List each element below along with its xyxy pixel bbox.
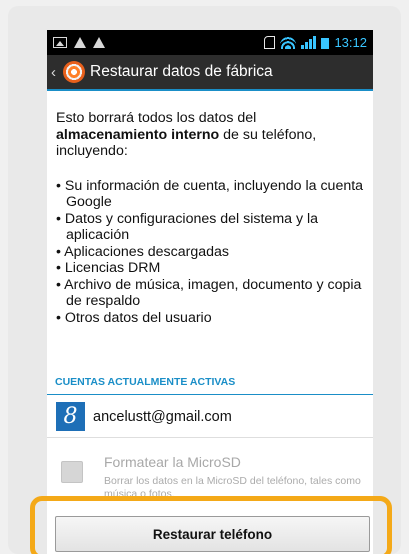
- sim-icon: [264, 36, 276, 49]
- phone-screen: 13:12 ‹ Restaurar datos de fábrica Esto …: [47, 30, 373, 554]
- settings-app-icon[interactable]: [63, 61, 85, 83]
- list-item: Licencias DRM: [56, 260, 366, 277]
- page-title: Restaurar datos de fábrica: [90, 63, 273, 80]
- list-item: Archivo de música, imagen, documento y c…: [56, 277, 366, 310]
- reset-phone-button[interactable]: Restaurar teléfono: [55, 516, 370, 552]
- action-bar: ‹ Restaurar datos de fábrica: [47, 55, 373, 91]
- status-time: 13:12: [334, 35, 367, 50]
- format-microsd-checkbox[interactable]: [61, 461, 83, 483]
- back-chevron-icon[interactable]: ‹: [51, 64, 61, 81]
- warning-intro: Esto borrará todos los datos del almacen…: [56, 110, 317, 159]
- account-row: 8 ancelustt@gmail.com: [47, 396, 373, 438]
- list-item: Otros datos del usuario: [56, 310, 366, 327]
- status-bar: 13:12: [47, 30, 373, 55]
- battery-icon: [321, 36, 330, 49]
- list-item: Su información de cuenta, incluyendo la …: [56, 178, 366, 211]
- warning-icon: [93, 37, 105, 48]
- wifi-icon: [280, 36, 297, 49]
- image-notification-icon: [53, 37, 67, 48]
- warning-text: Esto borrará todos los datos del almacen…: [56, 110, 366, 326]
- google-icon: 8: [56, 402, 85, 431]
- warning-icon: [74, 37, 86, 48]
- account-email: ancelustt@gmail.com: [93, 408, 232, 425]
- list-item: Datos y configuraciones del sistema y la…: [56, 211, 366, 244]
- list-item: Aplicaciones descargadas: [56, 244, 366, 261]
- accounts-section-header: CUENTAS ACTUALMENTE ACTIVAS: [47, 371, 373, 395]
- format-microsd-title: Formatear la MicroSD: [104, 454, 241, 470]
- signal-icon: [301, 36, 317, 49]
- erase-list: Su información de cuenta, incluyendo la …: [56, 178, 366, 327]
